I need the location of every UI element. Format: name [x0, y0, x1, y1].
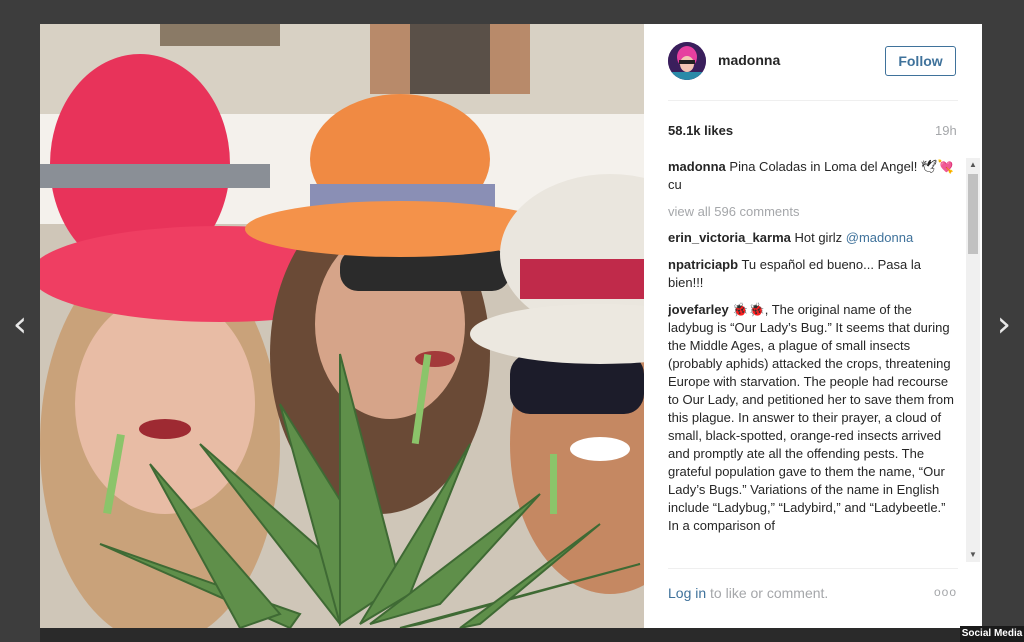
- divider: [668, 568, 958, 569]
- chevron-left-icon[interactable]: ‹: [5, 305, 35, 345]
- follow-button[interactable]: Follow: [885, 46, 956, 76]
- comments-scrollbar[interactable]: ▲ ▼: [966, 158, 980, 562]
- caption-author[interactable]: madonna: [668, 159, 726, 174]
- caption: madonna Pina Coladas in Loma del Angel! …: [668, 158, 958, 194]
- divider: [668, 100, 958, 101]
- watermark-badge: Social Media: [960, 626, 1024, 642]
- login-link[interactable]: Log in: [668, 585, 706, 601]
- comment-author[interactable]: erin_victoria_karma: [668, 230, 791, 245]
- comment-author[interactable]: jovefarley: [668, 302, 729, 317]
- likes-count[interactable]: 58.1k likes: [668, 123, 733, 138]
- comment-item: erin_victoria_karma Hot girlz @madonna: [668, 229, 958, 247]
- comment-text: 🐞🐞, The original name of the ladybug is …: [668, 302, 954, 533]
- post-footer: Log in to like or comment.: [668, 585, 828, 601]
- scroll-up-icon[interactable]: ▲: [966, 158, 980, 172]
- comments-list: madonna Pina Coladas in Loma del Angel! …: [668, 158, 958, 562]
- view-all-comments-link[interactable]: view all 596 comments: [668, 203, 958, 221]
- scroll-thumb[interactable]: [968, 174, 978, 254]
- comment-item: npatriciapb Tu español ed bueno... Pasa …: [668, 256, 958, 292]
- comment-item: jovefarley 🐞🐞, The original name of the …: [668, 301, 958, 535]
- comment-mention[interactable]: @madonna: [846, 230, 913, 245]
- footer-text: to like or comment.: [706, 585, 829, 601]
- post-header: madonna Follow: [644, 24, 982, 100]
- bottom-strip: [40, 628, 982, 642]
- avatar[interactable]: [668, 42, 706, 80]
- comment-author[interactable]: npatriciapb: [668, 257, 738, 272]
- post-details-panel: madonna Follow 58.1k likes 19h madonna P…: [644, 24, 982, 628]
- post-timestamp: 19h: [935, 123, 957, 138]
- chevron-right-icon[interactable]: ›: [989, 305, 1019, 345]
- more-options-icon[interactable]: ooo: [934, 585, 957, 599]
- comment-text: Hot girlz: [794, 230, 846, 245]
- post-photo[interactable]: [40, 24, 644, 628]
- username-link[interactable]: madonna: [718, 52, 780, 68]
- scroll-down-icon[interactable]: ▼: [966, 548, 980, 562]
